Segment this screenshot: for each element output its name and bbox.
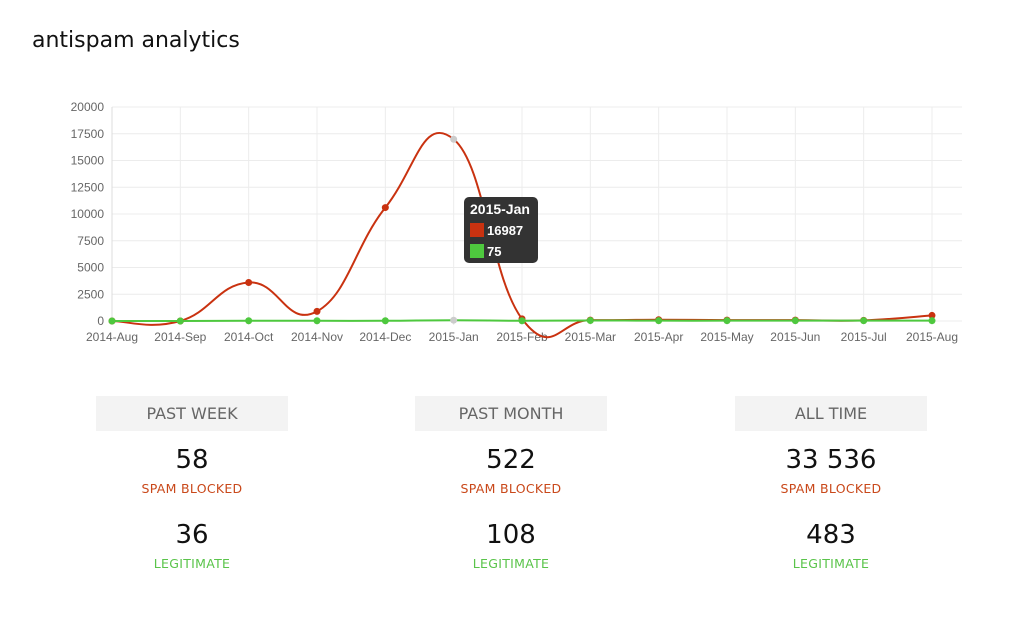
- x-tick-label: 2015-Feb: [496, 330, 548, 344]
- legitimate-data-point: [108, 317, 116, 325]
- stat-past-month: PAST MONTH 522 SPAM BLOCKED 108 LEGITIMA…: [415, 396, 607, 572]
- y-tick-label: 2500: [77, 287, 104, 301]
- legit-label: LEGITIMATE: [153, 556, 231, 571]
- spam-data-point: [450, 135, 458, 143]
- stat-period-label: PAST MONTH: [415, 396, 607, 431]
- legitimate-data-point: [723, 317, 731, 325]
- x-tick-label: 2014-Sep: [154, 330, 206, 344]
- spam-label: SPAM BLOCKED: [460, 481, 562, 496]
- legitimate-data-point: [450, 316, 458, 324]
- tooltip-legit-value: 75: [487, 243, 502, 259]
- legitimate-data-point: [586, 316, 594, 324]
- y-tick-label: 17500: [71, 127, 105, 141]
- legit-label: LEGITIMATE: [792, 556, 870, 571]
- chart-tooltip: 2015-Jan 16987 75: [464, 197, 538, 263]
- x-tick-label: 2014-Aug: [86, 330, 138, 344]
- x-tick-label: 2015-Aug: [906, 330, 958, 344]
- legitimate-data-point: [245, 317, 253, 325]
- x-axis-ticks: 2014-Aug 2014-Sep 2014-Oct 2014-Nov 2014-Dec…: [86, 330, 958, 344]
- legit-label: LEGITIMATE: [472, 556, 550, 571]
- legitimate-data-point: [655, 317, 663, 325]
- stat-period-label: ALL TIME: [735, 396, 927, 431]
- legitimate-data-point: [313, 317, 321, 325]
- spam-data-point: [381, 204, 389, 212]
- y-tick-label: 12500: [71, 180, 105, 194]
- x-tick-label: 2014-Oct: [224, 330, 274, 344]
- spam-count: 522: [486, 445, 536, 475]
- legitimate-data-point: [860, 317, 868, 325]
- x-tick-label: 2015-Jul: [841, 330, 887, 344]
- spam-count: 58: [175, 445, 209, 475]
- y-tick-label: 15000: [71, 154, 105, 168]
- spam-label: SPAM BLOCKED: [141, 481, 243, 496]
- x-tick-label: 2015-Apr: [634, 330, 683, 344]
- x-tick-label: 2015-Mar: [565, 330, 616, 344]
- spam-data-point: [313, 307, 321, 315]
- legitimate-data-point: [381, 317, 389, 325]
- spam-count: 33 536: [785, 445, 877, 475]
- legitimate-data-point: [791, 317, 799, 325]
- y-tick-label: 5000: [77, 261, 104, 275]
- spam-color-swatch: [470, 223, 484, 237]
- x-tick-label: 2015-Jun: [770, 330, 820, 344]
- y-tick-label: 0: [97, 314, 104, 328]
- tooltip-title: 2015-Jan: [470, 201, 530, 217]
- legit-color-swatch: [470, 244, 484, 258]
- x-tick-label: 2015-Jan: [429, 330, 479, 344]
- x-tick-label: 2015-May: [700, 330, 753, 344]
- y-tick-label: 10000: [71, 207, 105, 221]
- legitimate-data-point: [176, 317, 184, 325]
- legitimate-data-point: [928, 317, 936, 325]
- x-tick-label: 2014-Dec: [359, 330, 411, 344]
- tooltip-spam-value: 16987: [487, 222, 524, 238]
- stat-period-label: PAST WEEK: [96, 396, 288, 431]
- line-chart: 0 2500 5000 7500 10000 12500 15000 17500 20000 2…: [71, 100, 962, 344]
- stat-all-time: ALL TIME 33 536 SPAM BLOCKED 483 LEGITIM…: [735, 396, 927, 572]
- stat-past-week: PAST WEEK 58 SPAM BLOCKED 36 LEGITIMATE: [96, 396, 288, 572]
- y-axis-ticks: 0 2500 5000 7500 10000 12500 15000 17500 20000: [71, 100, 105, 328]
- y-tick-label: 7500: [77, 234, 104, 248]
- y-tick-label: 20000: [71, 100, 105, 114]
- legit-count: 36: [175, 520, 209, 550]
- tooltip-row-legit: 75: [470, 243, 502, 259]
- tooltip-row-spam: 16987: [470, 222, 524, 238]
- legit-count: 483: [806, 520, 856, 550]
- legit-count: 108: [486, 520, 536, 550]
- x-tick-label: 2014-Nov: [291, 330, 343, 344]
- spam-data-point: [245, 278, 253, 286]
- legitimate-data-point: [518, 317, 526, 325]
- spam-label: SPAM BLOCKED: [780, 481, 882, 496]
